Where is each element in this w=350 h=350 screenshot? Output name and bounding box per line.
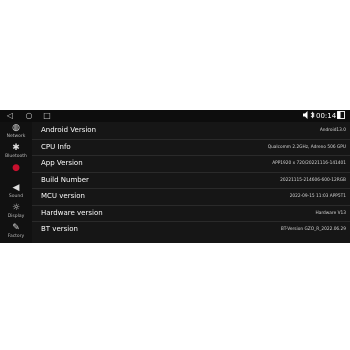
info-row-bt-version: BT version BT-Version GZO_R_2022.06.29 bbox=[32, 221, 350, 238]
sidebar-item-label: Display bbox=[7, 214, 25, 219]
version-info-list: Android Version Android13.0 CPU Info Qua… bbox=[32, 122, 350, 243]
sidebar-item-label: Factory bbox=[7, 234, 25, 239]
status-bar: ◁ ○ □ 00:14 bbox=[0, 110, 350, 122]
globe-icon: ◍ bbox=[12, 123, 20, 133]
status-time: 00:14 bbox=[316, 112, 337, 120]
sidebar-item-display[interactable]: ☼ Display bbox=[0, 202, 32, 224]
row-value: Hardware V13 bbox=[315, 210, 346, 216]
info-row-cpu-info: CPU Info Qualcomm 2.2GHz, Adreno 506 GPU bbox=[32, 139, 350, 156]
info-row-app-version[interactable]: App Version APP1920 x 720/20221116-14140… bbox=[32, 155, 350, 173]
back-icon[interactable] bbox=[337, 111, 345, 121]
info-row-hardware-version: Hardware version Hardware V13 bbox=[32, 205, 350, 222]
row-value: BT-Version GZO_R_2022.06.29 bbox=[280, 227, 346, 232]
speaker-icon bbox=[303, 111, 309, 121]
sidebar-item-bluetooth[interactable]: ✱ Bluetooth bbox=[0, 142, 32, 164]
speaker-icon: ◀ bbox=[12, 183, 20, 193]
car-icon: ● bbox=[12, 163, 20, 173]
row-value: APP1920 x 720/20221116-141401 bbox=[272, 161, 346, 166]
sidebar-item-label: Network bbox=[6, 134, 26, 139]
recents-nav-icon[interactable]: □ bbox=[40, 111, 54, 121]
row-label: App Version bbox=[41, 159, 83, 167]
wrench-icon: ✎ bbox=[12, 223, 20, 233]
row-label: Android Version bbox=[41, 126, 97, 134]
info-row-build-number[interactable]: Build Number 20221115-214606-600-12RGB bbox=[32, 172, 350, 189]
sidebar-item-factory[interactable]: ✎ Factory bbox=[0, 222, 32, 243]
row-label: BT version bbox=[41, 225, 78, 233]
device-screen: ◁ ○ □ 00:14 ◍ Network ✱ Bluetooth ● ◀ So… bbox=[0, 110, 350, 243]
sidebar-item-label: Bluetooth bbox=[5, 154, 27, 159]
row-label: Build Number bbox=[41, 175, 89, 184]
sidebar-item-car-info[interactable]: ● bbox=[0, 162, 32, 184]
sidebar-item-sound[interactable]: ◀ Sound bbox=[0, 182, 32, 204]
bluetooth-icon bbox=[310, 111, 315, 121]
sidebar-item-network[interactable]: ◍ Network bbox=[0, 122, 32, 144]
row-value: Android13.0 bbox=[319, 128, 346, 133]
info-row-android-version: Android Version Android13.0 bbox=[32, 122, 350, 140]
row-label: CPU Info bbox=[41, 142, 71, 151]
home-nav-icon[interactable]: ○ bbox=[22, 111, 36, 121]
bluetooth-icon: ✱ bbox=[12, 143, 20, 153]
sun-icon: ☼ bbox=[11, 203, 21, 213]
settings-sidebar: ◍ Network ✱ Bluetooth ● ◀ Sound ☼ Displa… bbox=[0, 122, 32, 243]
row-label: Hardware version bbox=[41, 208, 103, 217]
row-value: Qualcomm 2.2GHz, Adreno 506 GPU bbox=[267, 144, 346, 150]
row-value: 2022-09-15 11:03 APP5T1 bbox=[289, 194, 346, 199]
back-nav-icon[interactable]: ◁ bbox=[3, 111, 17, 121]
info-row-mcu-version[interactable]: MCU version 2022-09-15 11:03 APP5T1 bbox=[32, 188, 350, 206]
row-label: MCU version bbox=[41, 192, 85, 200]
row-value: 20221115-214606-600-12RGB bbox=[280, 177, 346, 183]
sidebar-item-label: Sound bbox=[8, 194, 24, 199]
